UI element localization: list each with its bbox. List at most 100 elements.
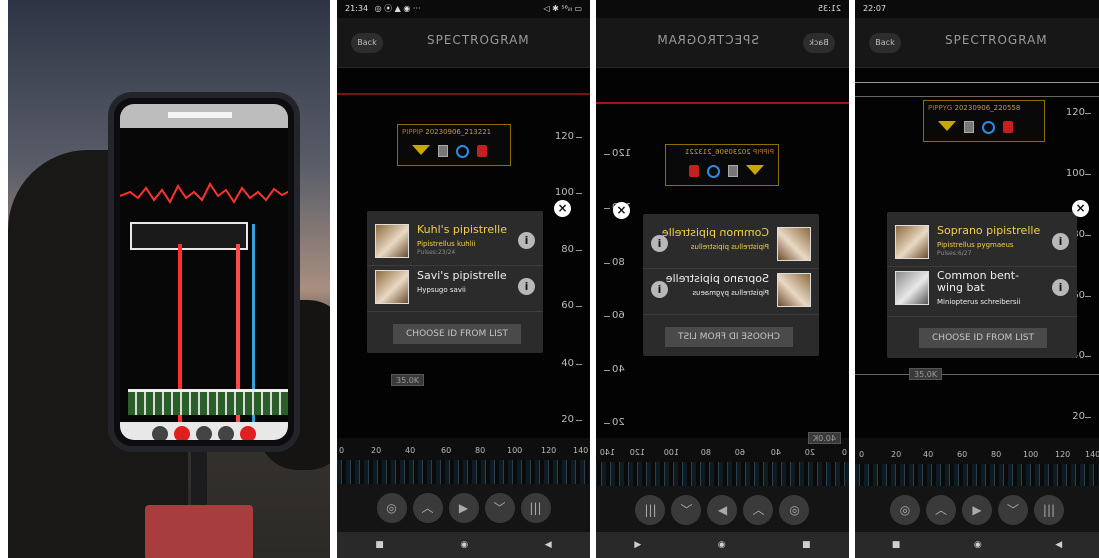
record-species: PIPPYG: [928, 104, 953, 112]
back-button[interactable]: Back: [351, 33, 383, 53]
home-icon[interactable]: ◉: [718, 540, 726, 550]
back-icon[interactable]: ◀: [634, 540, 641, 550]
choose-id-button[interactable]: CHOOSE ID FROM LIST: [919, 328, 1047, 348]
species-option[interactable]: Common pipistrelle Pipistrellus pipistre…: [649, 224, 813, 264]
chevron-down-icon[interactable]: ﹀: [484, 493, 515, 523]
back-button[interactable]: Back: [869, 33, 901, 53]
detector-base: [145, 505, 253, 558]
y-label: 120: [554, 131, 574, 142]
info-icon[interactable]: i: [1052, 279, 1069, 296]
x-label: 120: [541, 446, 557, 455]
trash-icon[interactable]: [477, 145, 487, 157]
trash-icon[interactable]: [1003, 121, 1013, 133]
compass-icon[interactable]: [982, 121, 995, 134]
phone-controls: [120, 422, 288, 440]
info-icon[interactable]: i: [651, 281, 668, 298]
x-label: 120: [1055, 450, 1071, 459]
x-label: 0: [859, 450, 865, 459]
frequency-marker[interactable]: 35.0K: [391, 374, 425, 386]
bars-icon[interactable]: |||: [635, 495, 666, 525]
info-icon[interactable]: i: [518, 232, 535, 249]
compass-icon[interactable]: [707, 165, 720, 178]
expand-icon[interactable]: [938, 121, 956, 131]
species-option[interactable]: Kuhl's pipistrelle Pipistrellus kuhlii P…: [373, 221, 537, 261]
chevron-down-icon[interactable]: ﹀: [998, 495, 1028, 525]
recents-icon[interactable]: ■: [892, 540, 901, 550]
x-label: 140: [1085, 450, 1099, 459]
recents-icon[interactable]: ■: [375, 540, 384, 550]
back-icon[interactable]: ◀: [1055, 540, 1062, 550]
expand-icon[interactable]: [746, 165, 764, 175]
bars-icon[interactable]: |||: [520, 493, 551, 523]
document-icon[interactable]: [438, 145, 448, 157]
info-icon[interactable]: i: [1052, 233, 1069, 250]
trigger-line: [337, 93, 590, 95]
species-name: Soprano pipistrelle: [937, 224, 1041, 237]
status-bar: 21:35: [596, 0, 849, 18]
trash-icon[interactable]: [689, 165, 699, 177]
home-icon[interactable]: ◉: [460, 540, 468, 550]
species-pulses: Pulses:6/27: [937, 250, 972, 257]
phone-record-box: [130, 222, 248, 250]
screenshot-c: 22:07 Back SPECTROGRAM 120 100 80 60 40 …: [855, 0, 1099, 558]
red-waveform: [120, 182, 288, 204]
species-id-dialog: Common pipistrelle Pipistrellus pipistre…: [643, 214, 819, 356]
expand-icon[interactable]: [412, 145, 430, 155]
y-label: 20: [612, 417, 625, 428]
species-option[interactable]: Soprano pipistrelle Pipistrellus pygmaeu…: [649, 270, 813, 310]
chevron-up-icon[interactable]: ︿: [743, 495, 774, 525]
frequency-marker[interactable]: 40.0K: [807, 432, 841, 444]
species-pulses: Pulses:23/24: [417, 249, 456, 256]
y-label: 80: [561, 244, 574, 255]
y-label: 80: [612, 257, 625, 268]
recents-icon[interactable]: ■: [802, 540, 811, 550]
chevron-up-icon[interactable]: ︿: [412, 493, 443, 523]
document-icon[interactable]: [728, 165, 738, 177]
home-icon[interactable]: ◉: [974, 540, 982, 550]
close-icon[interactable]: ×: [613, 202, 630, 219]
screenshot-b-mirrored: 21:35 Back SPECTROGRAM 120 100 80 60 40 …: [596, 0, 849, 558]
play-icon[interactable]: ▶: [707, 495, 738, 525]
info-icon[interactable]: i: [518, 278, 535, 295]
x-label: 60: [441, 446, 452, 455]
species-option[interactable]: Savi's pipistrelle Hypsugo savii i: [373, 267, 537, 307]
microphone-icon[interactable]: ◎: [890, 495, 920, 525]
playback-controls: ◎ ︿ ▶ ﹀ |||: [337, 484, 590, 532]
play-icon[interactable]: ▶: [962, 495, 992, 525]
record-card[interactable]: PIPPIP 20230906_213221: [665, 144, 779, 186]
record-card[interactable]: PIPPYG 20230906_220558: [923, 100, 1045, 142]
app-header: Back SPECTROGRAM: [596, 18, 849, 68]
trigger-line: [596, 102, 849, 104]
document-icon[interactable]: [964, 121, 974, 133]
chevron-up-icon[interactable]: ︿: [926, 495, 956, 525]
status-time: 22:07: [863, 4, 887, 13]
x-label: 0: [339, 446, 345, 455]
x-label: 80: [991, 450, 1002, 459]
x-label: 40: [770, 448, 781, 457]
species-option[interactable]: Soprano pipistrelle Pipistrellus pygmaeu…: [893, 222, 1071, 262]
species-option[interactable]: Common bent-wing bat Miniopterus schreib…: [893, 268, 1071, 312]
x-axis: 0 20 40 60 80 100 120 140: [596, 448, 849, 462]
close-icon[interactable]: ×: [554, 200, 571, 217]
back-icon[interactable]: ◀: [545, 540, 552, 550]
back-button[interactable]: Back: [803, 33, 835, 53]
play-icon[interactable]: ▶: [448, 493, 479, 523]
species-scientific: Pipistrellus pygmaeus: [692, 289, 769, 297]
microphone-icon[interactable]: ◎: [779, 495, 810, 525]
species-id-dialog: Soprano pipistrelle Pipistrellus pygmaeu…: [887, 212, 1077, 358]
x-axis: 0 20 40 60 80 100 120 140: [337, 446, 590, 460]
status-time: 21:35: [817, 4, 841, 13]
choose-id-button[interactable]: CHOOSE ID FROM LIST: [393, 324, 521, 344]
species-name: Common bent-wing bat: [937, 269, 1020, 294]
choose-id-button[interactable]: CHOOSE ID FROM LIST: [665, 327, 793, 347]
x-label: 40: [405, 446, 416, 455]
frequency-marker[interactable]: 35.0K: [909, 368, 943, 380]
bars-icon[interactable]: |||: [1034, 495, 1064, 525]
chevron-down-icon[interactable]: ﹀: [671, 495, 702, 525]
bat-thumbnail: [777, 273, 811, 307]
info-icon[interactable]: i: [651, 235, 668, 252]
microphone-icon[interactable]: ◎: [376, 493, 407, 523]
close-icon[interactable]: ×: [1072, 200, 1089, 217]
record-card[interactable]: PIPPIP 20230906_213221: [397, 124, 511, 166]
compass-icon[interactable]: [456, 145, 469, 158]
